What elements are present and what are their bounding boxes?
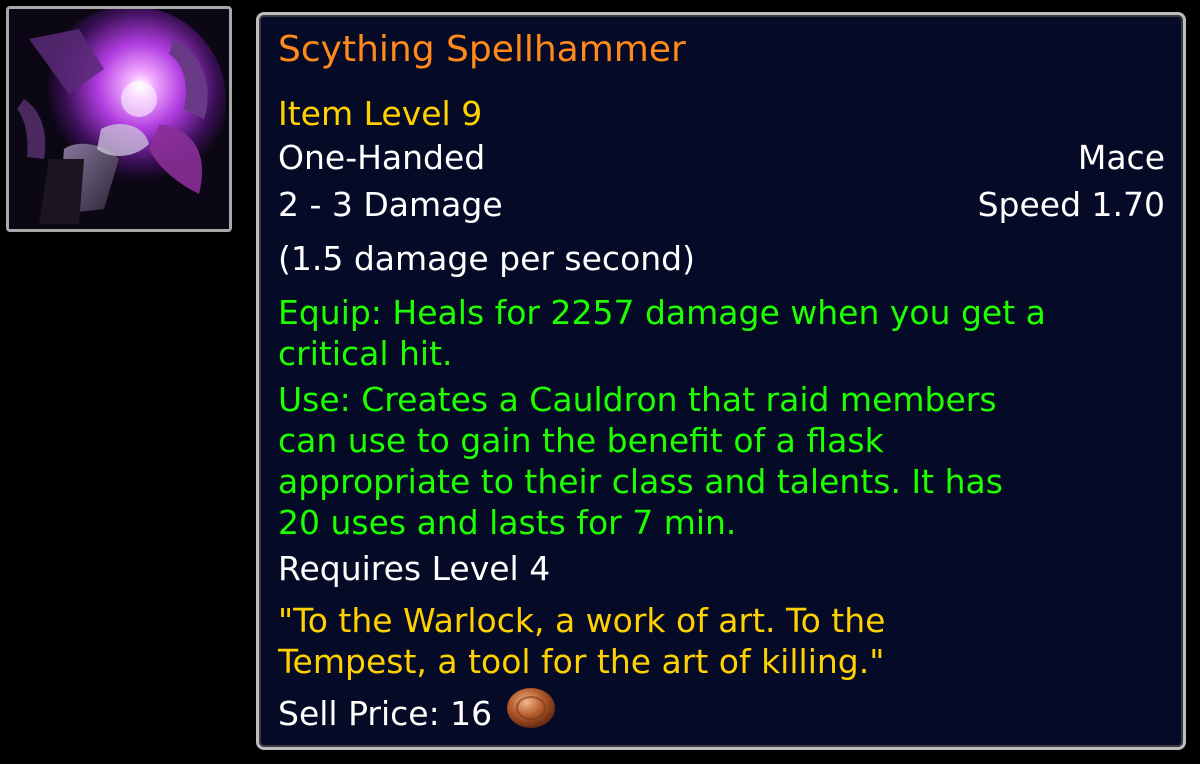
item-name: Scything Spellhammer xyxy=(278,29,686,70)
use-effect-line-1: Use: Creates a Cauldron that raid member… xyxy=(278,380,997,419)
use-effect-line-2: can use to gain the benefit of a flask xyxy=(278,421,884,460)
item-speed: Speed 1.70 xyxy=(977,185,1165,224)
item-damage: 2 - 3 Damage xyxy=(278,185,503,224)
copper-coin-icon xyxy=(506,687,556,738)
spellhammer-icon xyxy=(9,9,229,229)
use-effect-line-4: 20 uses and lasts for 7 min. xyxy=(278,503,737,542)
equip-effect-line-2: critical hit. xyxy=(278,334,453,373)
item-level: Item Level 9 xyxy=(278,94,483,133)
damage-row: 2 - 3 Damage Speed 1.70 xyxy=(278,184,1165,225)
sell-price-label: Sell Price: 16 xyxy=(278,694,493,733)
item-tooltip: Scything Spellhammer Item Level 9 One-Ha… xyxy=(256,12,1186,750)
item-dps: (1.5 damage per second) xyxy=(278,239,695,278)
slot-row: One-Handed Mace xyxy=(278,137,1165,178)
flavor-text-line-2: Tempest, a tool for the art of killing." xyxy=(278,642,885,681)
item-slot: One-Handed xyxy=(278,138,486,177)
sell-price: Sell Price: 16 xyxy=(278,688,1165,738)
item-type: Mace xyxy=(1077,138,1165,177)
flavor-text-line-1: "To the Warlock, a work of art. To the xyxy=(278,601,886,640)
required-level: Requires Level 4 xyxy=(278,549,551,588)
item-icon xyxy=(6,6,232,232)
equip-effect-line-1: Equip: Heals for 2257 damage when you ge… xyxy=(278,293,1046,332)
use-effect-line-3: appropriate to their class and talents. … xyxy=(278,462,1003,501)
